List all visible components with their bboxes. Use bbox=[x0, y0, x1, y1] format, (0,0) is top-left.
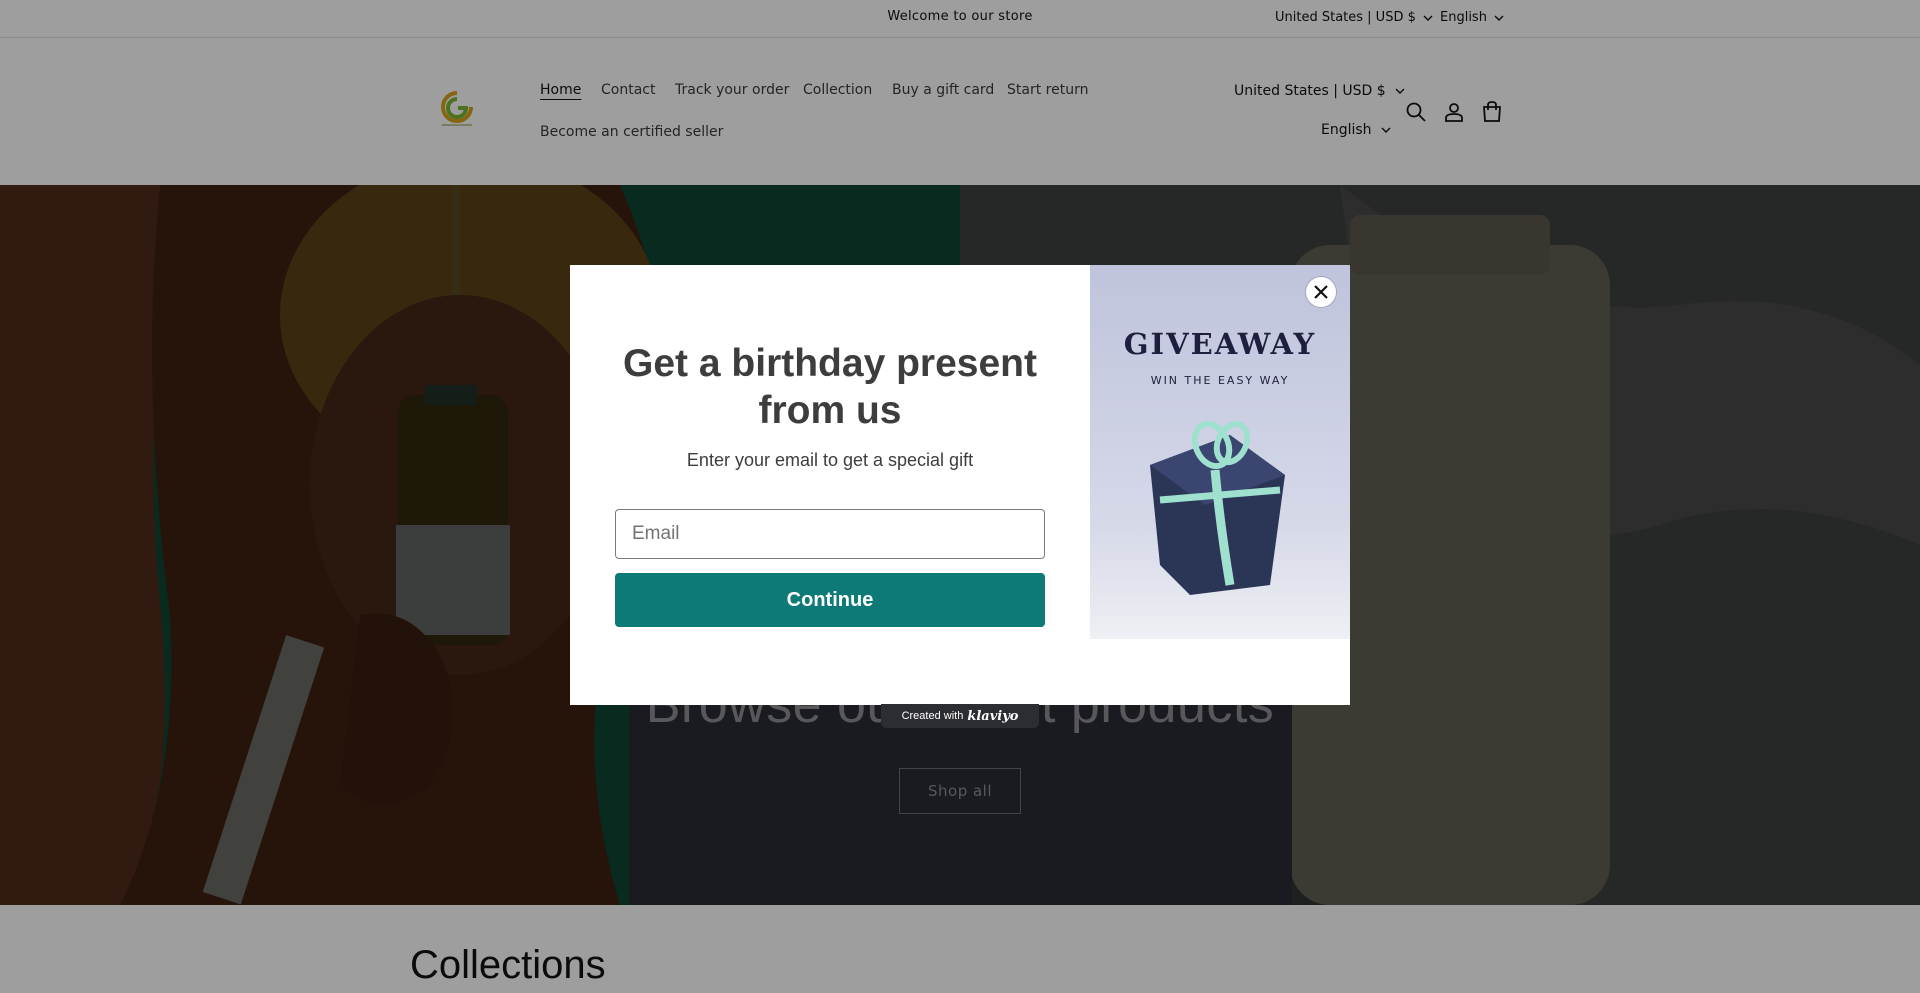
klaviyo-badge[interactable]: Created with klaviyo bbox=[881, 704, 1039, 728]
klaviyo-prefix: Created with bbox=[901, 710, 964, 722]
giveaway-image: GIVEAWAY WIN THE EASY WAY bbox=[1090, 265, 1350, 639]
popup-subtitle: Enter your email to get a special gift bbox=[686, 450, 974, 470]
close-icon bbox=[1314, 285, 1328, 299]
close-popup-button[interactable] bbox=[1306, 277, 1336, 307]
giveaway-title: GIVEAWAY bbox=[1123, 327, 1317, 361]
popup-title: Get a birthday present from us bbox=[610, 340, 1050, 434]
popup-title-line2: from us bbox=[758, 389, 902, 432]
birthday-popup: Get a birthday present from us Enter you… bbox=[570, 265, 1350, 705]
continue-button[interactable]: Continue bbox=[615, 573, 1045, 627]
giveaway-subtitle: WIN THE EASY WAY bbox=[1150, 374, 1290, 387]
klaviyo-logo: klaviyo bbox=[967, 708, 1019, 724]
email-input[interactable] bbox=[615, 509, 1045, 559]
popup-title-line1: Get a birthday present bbox=[623, 342, 1037, 385]
